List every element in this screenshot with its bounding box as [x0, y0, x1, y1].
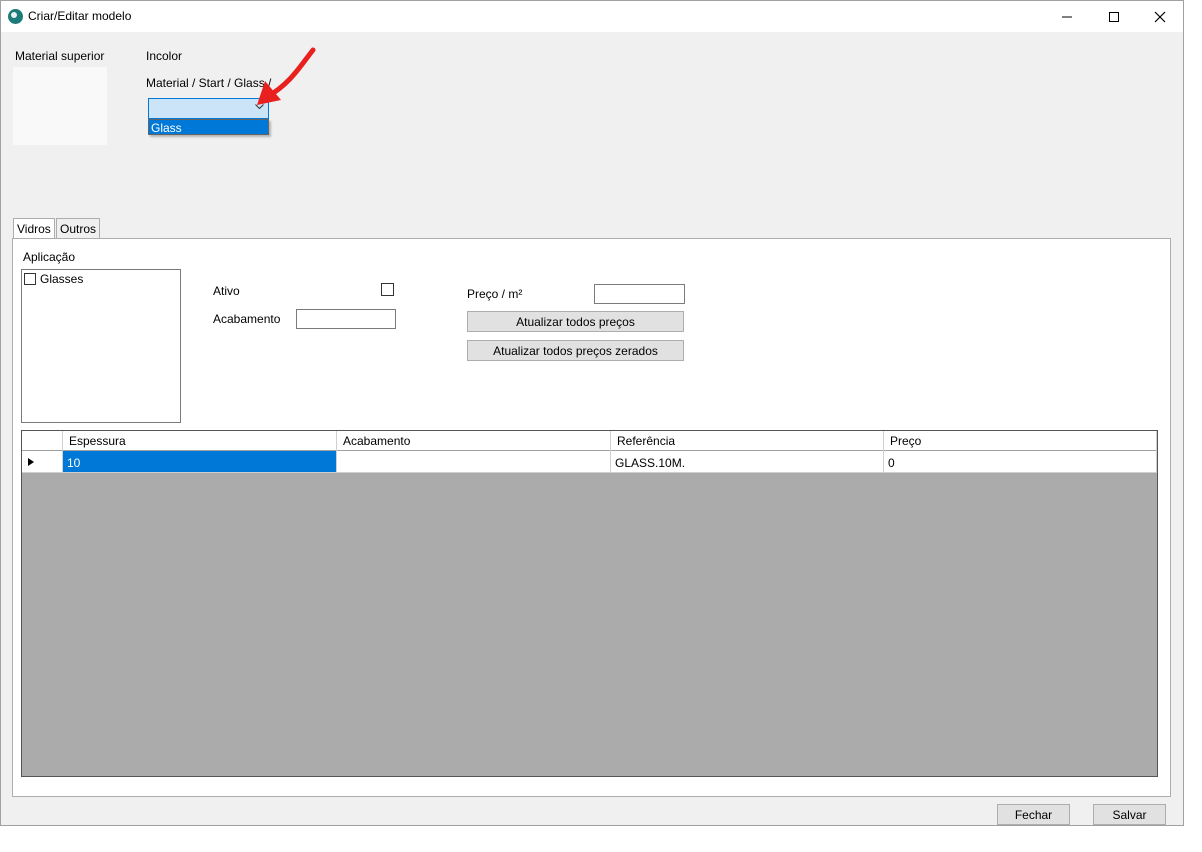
grid-corner-cell [22, 431, 63, 451]
cell-espessura[interactable]: 10 [63, 451, 337, 473]
preco-input[interactable] [594, 284, 685, 304]
tab-vidros[interactable]: Vidros [13, 218, 55, 240]
column-header-espessura[interactable]: Espessura [63, 431, 337, 451]
salvar-button[interactable]: Salvar [1093, 804, 1166, 825]
acabamento-input[interactable] [296, 309, 396, 329]
material-thumbnail [13, 67, 107, 145]
maximize-icon [1109, 11, 1119, 22]
aplicacao-listbox[interactable]: Glasses [21, 269, 181, 423]
tab-vidros-label: Vidros [17, 222, 51, 236]
title-bar: Criar/Editar modelo [1, 1, 1183, 32]
cell-preco[interactable]: 0 [884, 451, 1157, 473]
tab-outros-label: Outros [60, 222, 97, 236]
dropdown-option-label: Glass [151, 121, 182, 135]
row-header[interactable] [22, 451, 63, 473]
window-title: Criar/Editar modelo [28, 9, 132, 23]
annotation-arrow-icon [257, 47, 316, 105]
maximize-button[interactable] [1091, 1, 1137, 32]
fechar-button[interactable]: Fechar [997, 804, 1070, 825]
close-icon [1154, 11, 1166, 22]
ativo-label: Ativo [213, 284, 240, 298]
material-superior-label: Material superior [15, 49, 105, 63]
data-grid[interactable]: Espessura Acabamento Referência Preço 10… [21, 430, 1158, 777]
close-button[interactable] [1137, 1, 1183, 32]
update-all-prices-button[interactable]: Atualizar todos preços [467, 311, 684, 332]
app-icon [8, 9, 23, 24]
column-header-referencia[interactable]: Referência [611, 431, 884, 451]
aplicacao-label: Aplicação [23, 250, 76, 264]
cell-referencia[interactable]: GLASS.10M. [611, 451, 884, 473]
glasses-label: Glasses [40, 272, 84, 286]
minimize-icon [1062, 16, 1072, 17]
cell-acabamento[interactable] [337, 451, 611, 473]
tab-outros[interactable]: Outros [56, 218, 101, 238]
color-label: Incolor [146, 49, 183, 63]
acabamento-label: Acabamento [213, 312, 281, 326]
app-window: Criar/Editar modelo Material superior In… [0, 0, 1184, 826]
column-header-preco[interactable]: Preço [884, 431, 1157, 451]
grid-header: Espessura Acabamento Referência Preço [22, 431, 1157, 451]
combobox-dropdown-option[interactable]: Glass [148, 119, 269, 135]
table-row[interactable]: 10 GLASS.10M. 0 [22, 451, 1157, 473]
preco-label: Preço / m² [467, 287, 523, 301]
column-header-acabamento[interactable]: Acabamento [337, 431, 611, 451]
current-row-icon [28, 458, 34, 466]
ativo-checkbox[interactable] [381, 283, 394, 296]
glasses-checkbox[interactable] [24, 273, 36, 285]
minimize-button[interactable] [1044, 1, 1090, 32]
update-zero-prices-button[interactable]: Atualizar todos preços zerados [467, 340, 684, 361]
